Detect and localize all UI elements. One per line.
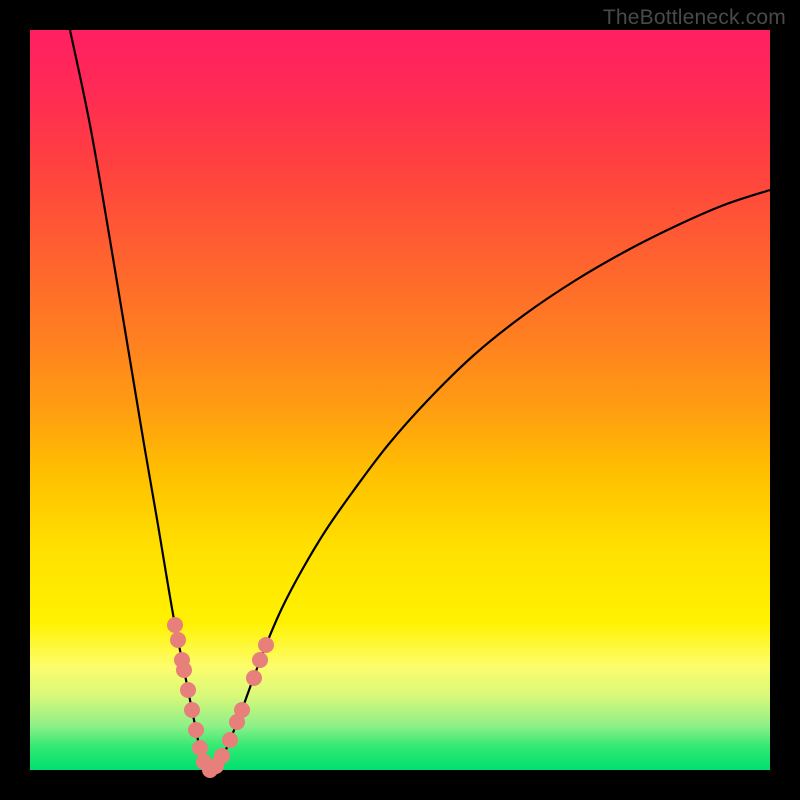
highlight-marker bbox=[170, 632, 186, 648]
highlight-marker bbox=[184, 702, 200, 718]
highlight-marker bbox=[188, 722, 204, 738]
highlight-marker bbox=[214, 748, 230, 764]
highlight-marker bbox=[234, 702, 250, 718]
highlight-marker bbox=[222, 732, 238, 748]
highlight-marker bbox=[246, 670, 262, 686]
right-branch-line bbox=[210, 190, 770, 770]
chart-frame: TheBottleneck.com bbox=[0, 0, 800, 800]
highlight-marker bbox=[252, 652, 268, 668]
highlight-marker bbox=[167, 617, 183, 633]
curve-layer bbox=[30, 30, 770, 770]
highlight-marker bbox=[258, 637, 274, 653]
highlight-marker bbox=[176, 662, 192, 678]
highlight-marker bbox=[192, 740, 208, 756]
highlight-marker bbox=[180, 682, 196, 698]
plot-area bbox=[30, 30, 770, 770]
watermark-text: TheBottleneck.com bbox=[603, 6, 786, 30]
highlight-markers-group bbox=[167, 617, 274, 778]
